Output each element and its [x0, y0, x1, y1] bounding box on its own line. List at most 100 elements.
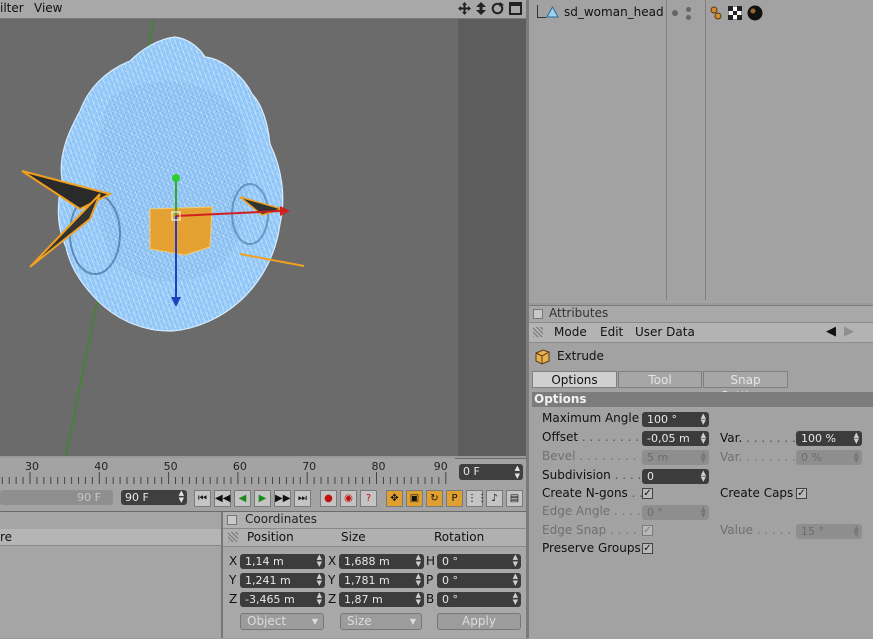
size-mode-select[interactable]: Size ▼ [340, 613, 422, 630]
rot-b-label: B [426, 592, 435, 606]
material-panel-header: re [0, 529, 221, 546]
rotation-header: Rotation [434, 530, 485, 544]
go-to-start-button[interactable]: ⏮ [194, 490, 211, 507]
next-key-button[interactable]: ▶▶ [274, 490, 291, 507]
viewport-overscan-area [458, 19, 526, 456]
render-visibility-dot-top[interactable] [686, 7, 691, 12]
key-scale-icon[interactable]: ▣ [406, 490, 423, 507]
ruler-tick-label: 80 [372, 460, 386, 473]
edge-snap-checkbox[interactable]: ✓ [642, 525, 653, 536]
keyframe-selection-icon[interactable]: ? [360, 490, 377, 507]
menu-user-data[interactable]: User Data [635, 325, 695, 339]
texture-tag-icon[interactable] [727, 5, 743, 23]
pos-y-label: Y [229, 573, 237, 587]
back-arrow-icon[interactable]: ◀ [826, 324, 836, 339]
create-ngons-checkbox[interactable]: ✓ [642, 488, 653, 499]
bevel-field[interactable]: 5 m ▲ ▼ [642, 450, 709, 465]
menu-filter[interactable]: ilter [0, 1, 24, 15]
material-panel-header-label: re [0, 530, 13, 544]
create-caps-label: Create Caps [720, 486, 794, 500]
value-label: Value . . . . . . [720, 523, 799, 537]
move-icon[interactable] [458, 2, 471, 18]
max-frame-field[interactable]: 90 F ▲ ▼ [121, 490, 187, 505]
apply-button[interactable]: Apply [437, 613, 521, 630]
offset-var-field[interactable]: 100 % ▲ ▼ [796, 431, 862, 446]
forward-arrow-icon[interactable]: ▶ [844, 324, 854, 339]
menu-edit[interactable]: Edit [600, 325, 623, 339]
preserve-groups-label: Preserve Groups [542, 541, 641, 555]
object-name[interactable]: sd_woman_head [564, 5, 664, 19]
ruler-tick-label: 90 [434, 460, 448, 473]
play-backward-button[interactable]: ◀ [234, 490, 251, 507]
bevel-var-label: Var. . . . . . . . . [720, 450, 804, 464]
timeline-ruler[interactable]: 30 40 50 60 70 80 90 [0, 458, 455, 484]
record-keys-icon[interactable]: ● [320, 490, 337, 507]
rotate-icon[interactable] [491, 2, 504, 18]
tab-options[interactable]: Options [532, 371, 617, 388]
size-y-field[interactable]: 1,781 m ▲ ▼ [339, 573, 424, 588]
polygon-object-icon [546, 5, 559, 22]
play-forward-button[interactable]: ▶ [254, 490, 271, 507]
size-z-field[interactable]: 1,87 m ▲ ▼ [339, 592, 424, 607]
rot-p-label: P [426, 573, 434, 587]
previous-key-button[interactable]: ◀◀ [214, 490, 231, 507]
size-y-label: Y [328, 573, 336, 587]
extrude-tool-icon [535, 349, 550, 368]
preserve-groups-checkbox[interactable]: ✓ [642, 543, 653, 554]
pos-x-label: X [229, 554, 238, 568]
ruler-tick-label: 50 [164, 460, 178, 473]
size-header: Size [341, 530, 366, 544]
key-parameter-icon[interactable]: P [446, 490, 463, 507]
create-caps-checkbox[interactable]: ✓ [796, 488, 807, 499]
section-header: Options [532, 392, 873, 407]
tab-snap-settings[interactable]: Snap Settings [703, 371, 788, 403]
coordinates-title-bar: Coordinates [223, 512, 526, 529]
key-position-icon[interactable]: ✥ [386, 490, 403, 507]
material-tag-icon[interactable] [747, 5, 763, 24]
position-z-field[interactable]: -3,465 m ▲ ▼ [240, 592, 325, 607]
offset-field[interactable]: -0,05 m ▲ ▼ [642, 431, 709, 446]
tags-icon[interactable] [710, 6, 722, 23]
current-frame-field[interactable]: 0 F ▲ ▼ [459, 464, 523, 480]
menu-mode[interactable]: Mode [554, 325, 587, 339]
position-x-field[interactable]: 1,14 m ▲ ▼ [240, 554, 325, 569]
key-rotation-icon[interactable]: ↻ [426, 490, 443, 507]
rotation-p-field[interactable]: 0 ° ▲ ▼ [437, 573, 521, 588]
tree-line [537, 5, 546, 18]
object-row[interactable]: sd_woman_head [529, 4, 873, 24]
size-x-field[interactable]: 1,688 m ▲ ▼ [339, 554, 424, 569]
3d-viewport[interactable] [0, 19, 526, 456]
pos-z-label: Z [229, 592, 238, 606]
render-visibility-dot-bottom[interactable] [686, 15, 691, 20]
attributes-menubar: Mode Edit User Data ◀ ▶ [529, 323, 873, 343]
scheme-icon[interactable]: ▤ [506, 490, 523, 507]
object-type-label: Extrude [557, 349, 604, 363]
subdivision-field[interactable]: 0 ▲ ▼ [642, 469, 709, 484]
panel-close-icon[interactable] [533, 309, 543, 319]
zoom-icon[interactable] [475, 2, 487, 18]
coordinate-mode-select[interactable]: Object ▼ [240, 613, 324, 630]
key-pla-icon[interactable]: ⋮⋮ [466, 490, 487, 507]
maximize-icon[interactable] [509, 2, 522, 18]
size-x-label: X [328, 554, 337, 568]
attributes-title-bar: Attributes [529, 306, 873, 323]
tab-tool[interactable]: Tool [618, 371, 702, 388]
sound-icon[interactable]: ♪ [486, 490, 503, 507]
min-frame-field[interactable]: 90 F [0, 490, 113, 505]
bevel-var-field[interactable]: 0 % ▲ ▼ [796, 450, 862, 465]
grip-icon [533, 327, 543, 337]
panel-close-icon[interactable] [227, 515, 237, 525]
wireframe-head-render [21, 19, 305, 456]
position-y-field[interactable]: 1,241 m ▲ ▼ [240, 573, 325, 588]
auto-keying-icon[interactable]: ◉ [340, 490, 357, 507]
menu-view[interactable]: View [34, 1, 62, 15]
go-to-end-button[interactable]: ⏭ [294, 490, 311, 507]
edge-snap-label: Edge Snap . . . . . [542, 523, 645, 537]
value-field[interactable]: 15 ° ▲ ▼ [796, 524, 862, 539]
edge-angle-label: Edge Angle . . . . . [542, 504, 649, 518]
rotation-b-field[interactable]: 0 ° ▲ ▼ [437, 592, 521, 607]
editor-visibility-dot[interactable] [672, 10, 678, 16]
max-angle-field[interactable]: 100 ° ▲ ▼ [642, 412, 709, 427]
edge-angle-field[interactable]: 0 ° ▲ ▼ [642, 505, 709, 520]
rotation-h-field[interactable]: 0 ° ▲ ▼ [437, 554, 521, 569]
